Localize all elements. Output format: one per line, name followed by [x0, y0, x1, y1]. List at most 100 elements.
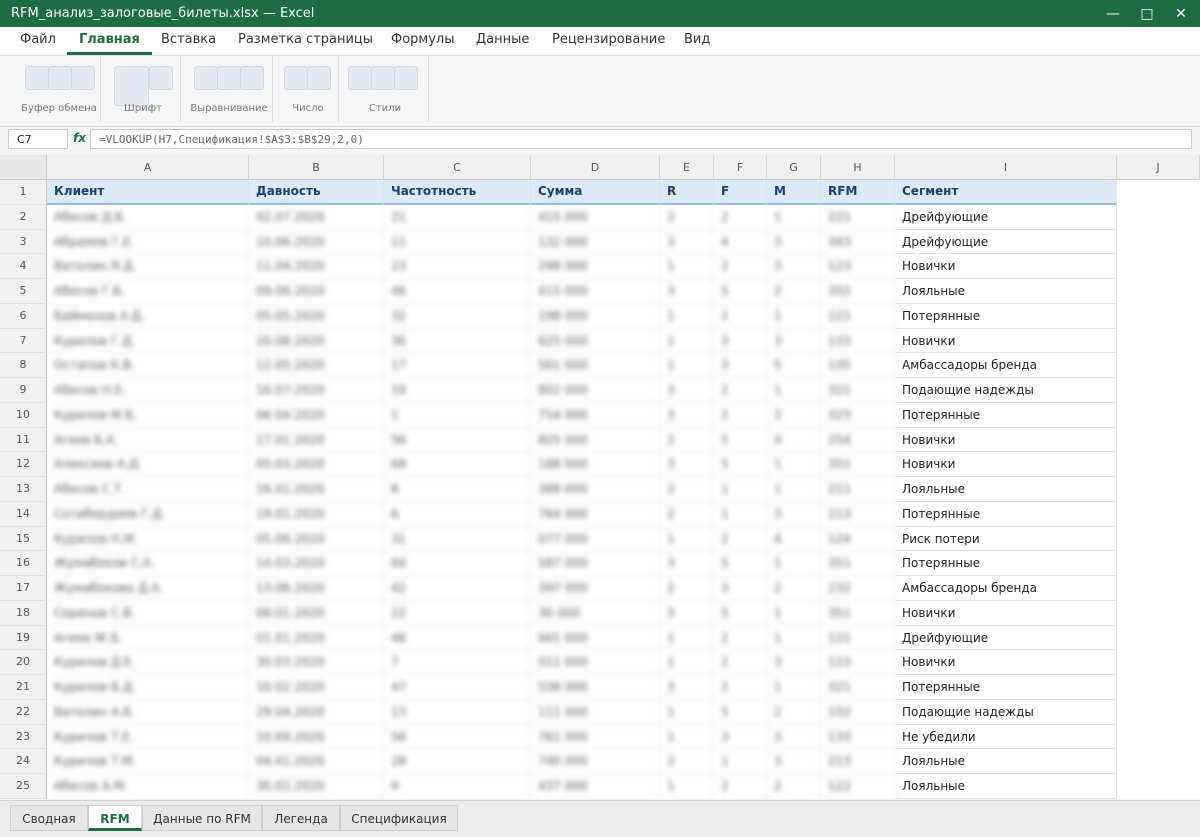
table-cell[interactable]: 2	[767, 279, 821, 304]
table-cell[interactable]: 04.01.2020	[249, 749, 384, 774]
table-cell[interactable]: 2	[660, 576, 714, 601]
ribbon-button[interactable]	[394, 66, 418, 90]
table-cell[interactable]: 764 000	[531, 501, 660, 527]
header-cell[interactable]: Сумма	[531, 180, 660, 205]
table-cell[interactable]: 16.07.2020	[249, 378, 384, 403]
table-cell[interactable]: Абесов А.М.	[47, 774, 249, 799]
table-cell[interactable]: 121	[821, 303, 895, 329]
table-cell[interactable]: 321	[821, 378, 895, 403]
table-cell[interactable]: 825 000	[531, 427, 660, 453]
table-cell[interactable]: 135	[821, 353, 895, 378]
table-cell[interactable]: 2	[767, 576, 821, 601]
row-header[interactable]: 25	[0, 774, 47, 799]
table-cell[interactable]: 213	[821, 501, 895, 527]
table-cell[interactable]: 1	[660, 650, 714, 675]
table-cell[interactable]: Лояльные	[895, 279, 1117, 304]
table-cell[interactable]: 5	[714, 600, 767, 626]
row-header[interactable]: 3	[0, 229, 47, 255]
table-cell[interactable]: 321	[821, 675, 895, 700]
ribbon-button[interactable]	[114, 66, 149, 106]
row-header[interactable]: 2	[0, 204, 47, 230]
table-cell[interactable]: 352	[821, 279, 895, 304]
table-cell[interactable]: Ватолин А.Б.	[47, 699, 249, 725]
table-cell[interactable]: Дрейфующие	[895, 204, 1117, 230]
table-cell[interactable]: 46	[384, 625, 531, 651]
table-cell[interactable]: 4	[714, 229, 767, 255]
table-cell[interactable]: 1	[767, 452, 821, 477]
column-header-h[interactable]: H	[821, 155, 895, 180]
table-cell[interactable]: 1	[660, 353, 714, 378]
column-header-a[interactable]: A	[47, 155, 249, 180]
select-all-corner[interactable]	[0, 155, 47, 180]
table-cell[interactable]: 1	[714, 477, 767, 502]
table-cell[interactable]: 5	[714, 699, 767, 725]
table-cell[interactable]: 56	[384, 724, 531, 750]
table-cell[interactable]: Новички	[895, 650, 1117, 675]
table-cell[interactable]: 30.03.2020	[249, 650, 384, 675]
table-cell[interactable]: 1	[767, 204, 821, 230]
row-header[interactable]: 1	[0, 180, 47, 205]
ribbon-button[interactable]	[48, 66, 72, 90]
sheet-tab-summary[interactable]: Сводная	[10, 805, 88, 831]
table-cell[interactable]: 2	[714, 378, 767, 403]
row-header[interactable]: 20	[0, 650, 47, 675]
column-header-b[interactable]: B	[249, 155, 384, 180]
table-cell[interactable]: Амбассадоры бренда	[895, 353, 1117, 378]
table-cell[interactable]: 2	[714, 402, 767, 428]
minimize-button[interactable]: —	[1099, 3, 1127, 25]
row-header[interactable]: 4	[0, 254, 47, 279]
table-cell[interactable]: 2	[660, 477, 714, 502]
table-cell[interactable]: 68	[384, 452, 531, 477]
table-cell[interactable]: 111 000	[531, 699, 660, 725]
table-cell[interactable]: Риск потери	[895, 526, 1117, 552]
table-cell[interactable]: 32	[384, 303, 531, 329]
table-cell[interactable]: 1	[767, 378, 821, 403]
row-header[interactable]: 18	[0, 600, 47, 626]
table-cell[interactable]: 3	[660, 600, 714, 626]
table-cell[interactable]: 1	[767, 551, 821, 576]
menu-formulas[interactable]: Формулы	[391, 27, 454, 55]
table-cell[interactable]: Дрейфующие	[895, 625, 1117, 651]
table-cell[interactable]: 13.06.2020	[249, 576, 384, 601]
table-cell[interactable]: 232	[821, 576, 895, 601]
table-cell[interactable]: Новички	[895, 427, 1117, 453]
table-cell[interactable]: 1	[384, 402, 531, 428]
table-cell[interactable]: 3	[660, 378, 714, 403]
table-cell[interactable]: 11	[384, 229, 531, 255]
header-cell[interactable]: R	[660, 180, 714, 205]
table-cell[interactable]: Курилов Н.М.	[47, 526, 249, 552]
table-cell[interactable]: Потерянные	[895, 501, 1117, 527]
row-header[interactable]: 5	[0, 279, 47, 304]
table-cell[interactable]: Курилов Т.Е.	[47, 724, 249, 750]
table-cell[interactable]: 1	[660, 774, 714, 799]
ribbon-button[interactable]	[217, 66, 241, 90]
table-cell[interactable]: 323	[821, 402, 895, 428]
table-cell[interactable]: 132 000	[531, 229, 660, 255]
table-cell[interactable]: 1	[660, 625, 714, 651]
table-cell[interactable]: 625 000	[531, 328, 660, 354]
table-cell[interactable]: 587 000	[531, 551, 660, 576]
table-cell[interactable]: 3	[714, 576, 767, 601]
table-cell[interactable]: 60	[384, 551, 531, 576]
table-cell[interactable]: Жумабеков С.А.	[47, 551, 249, 576]
table-cell[interactable]: 2	[660, 427, 714, 453]
row-header[interactable]: 19	[0, 625, 47, 651]
row-header[interactable]: 9	[0, 378, 47, 403]
menu-view[interactable]: Вид	[684, 27, 710, 55]
table-cell[interactable]: Агеев Ж.Б.	[47, 625, 249, 651]
table-cell[interactable]: 152	[821, 699, 895, 725]
table-cell[interactable]: Новички	[895, 600, 1117, 626]
table-cell[interactable]: 351	[821, 452, 895, 477]
table-cell[interactable]: Потерянные	[895, 675, 1117, 700]
table-cell[interactable]: 2	[767, 774, 821, 799]
table-cell[interactable]: Абесов Г.Б.	[47, 279, 249, 304]
header-cell[interactable]: M	[767, 180, 821, 205]
row-header[interactable]: 21	[0, 675, 47, 700]
table-cell[interactable]: 3	[660, 402, 714, 428]
table-cell[interactable]: 22	[384, 600, 531, 626]
table-cell[interactable]: Абесов Д.Б.	[47, 204, 249, 230]
table-cell[interactable]: 077 000	[531, 526, 660, 552]
table-cell[interactable]: 1	[714, 749, 767, 774]
table-cell[interactable]: Дрейфующие	[895, 229, 1117, 255]
table-cell[interactable]: 2	[660, 204, 714, 230]
